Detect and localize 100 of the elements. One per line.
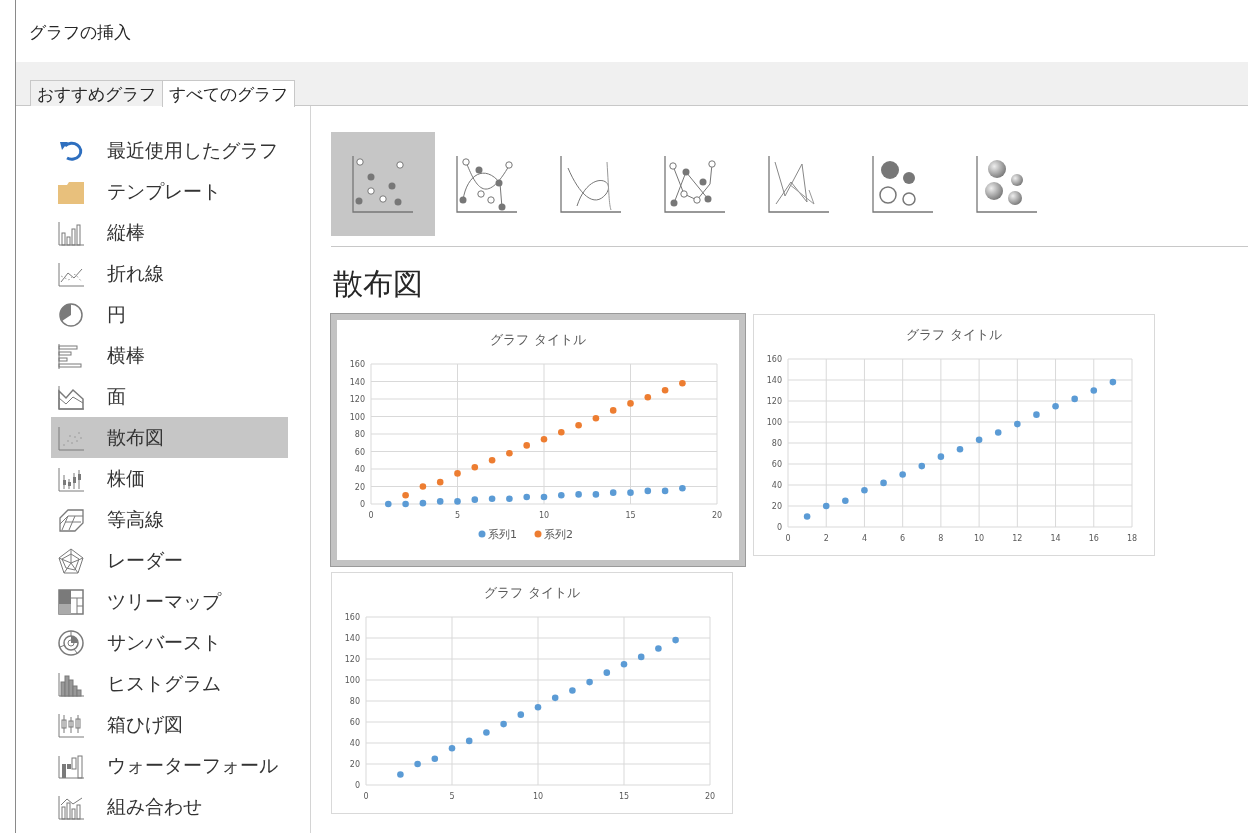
axis-label: 20 (349, 760, 360, 769)
axis-label: 160 (349, 360, 365, 369)
sidebar-item[interactable]: 面 (51, 376, 288, 417)
data-point (397, 771, 404, 778)
chart-title: グラフ タイトル (490, 332, 586, 347)
data-point (679, 379, 686, 387)
chart-preview[interactable]: グラフ タイトル 0 20 40 60 80 100 120 140 160 0 5 10 15 20 系列1 系列2 (331, 314, 745, 566)
data-point (569, 687, 576, 694)
axis-label: 140 (766, 376, 782, 385)
3d-bubble-icon (975, 154, 1039, 214)
data-point (822, 502, 830, 510)
axis-label: 0 (354, 781, 360, 790)
sidebar-item[interactable]: 組み合わせ (51, 786, 288, 827)
data-point (918, 462, 926, 470)
sidebar-item[interactable]: 等高線 (51, 499, 288, 540)
axis-label: 100 (349, 412, 365, 422)
data-point (1033, 411, 1040, 418)
sidebar-item[interactable]: 箱ひげ図 (51, 704, 288, 745)
data-point (861, 486, 868, 494)
data-point (419, 499, 427, 507)
radar-chart-icon (57, 546, 85, 575)
sidebar-item[interactable]: 横棒 (51, 335, 288, 376)
pie-chart-icon (57, 300, 85, 329)
axis-label: 40 (771, 481, 782, 490)
data-point (454, 498, 461, 505)
axis-label: 0 (776, 523, 782, 532)
data-point (465, 737, 473, 745)
axis-label: 20 (711, 511, 723, 520)
chart-preview[interactable]: グラフ タイトル 0 20 40 60 80 100 120 140 160 0 5 10 15 20 (331, 572, 733, 814)
sidebar-item[interactable]: サンバースト (51, 622, 288, 663)
axis-label: 0 (359, 500, 365, 509)
sidebar-item[interactable]: ヒストグラム (51, 663, 288, 704)
axis-label: 140 (349, 377, 365, 387)
treemap-icon (57, 587, 85, 616)
data-point (592, 491, 600, 498)
sidebar-item[interactable]: ウォーターフォール (51, 745, 288, 786)
data-point (627, 489, 634, 496)
axis-label: 10 (974, 534, 985, 543)
axis-label: 4 (861, 534, 867, 543)
legend-item: 系列2 (534, 528, 573, 541)
smooth-line-icon (559, 154, 623, 214)
data-point (1014, 420, 1021, 428)
data-point (488, 456, 496, 464)
data-point (448, 744, 456, 752)
data-point (609, 489, 617, 496)
tab[interactable]: すべてのグラフ (162, 80, 295, 107)
data-point (592, 414, 600, 422)
sidebar-item[interactable]: レーダー (51, 540, 288, 581)
sidebar-item[interactable]: テンプレート (51, 171, 288, 212)
data-point (661, 487, 669, 495)
sidebar-item[interactable]: 最近使用したグラフ (51, 130, 288, 171)
axis-label: 6 (900, 534, 906, 543)
bar-chart-icon (57, 341, 85, 370)
sidebar-item[interactable]: ツリーマップ (51, 581, 288, 622)
chart-subtype-button[interactable] (331, 132, 435, 236)
data-point (672, 636, 679, 644)
axis-label: 5 (454, 511, 461, 520)
data-point (500, 720, 507, 728)
data-point (586, 678, 593, 686)
axis-label: 100 (766, 418, 782, 427)
sidebar-item[interactable]: 散布図 (51, 417, 288, 458)
axis-label: 60 (771, 460, 782, 469)
data-point (637, 653, 645, 661)
data-point (1109, 378, 1117, 386)
legend-item: 系列1 (478, 528, 517, 541)
data-point (506, 449, 513, 457)
data-point (558, 428, 565, 436)
axis-label: 10 (538, 511, 550, 520)
data-point (488, 495, 496, 503)
data-point (956, 446, 964, 453)
data-point (644, 487, 652, 495)
data-point (436, 498, 444, 505)
axis-label: 80 (349, 697, 360, 706)
sidebar-item[interactable]: 円 (51, 294, 288, 335)
axis-label: 80 (771, 439, 782, 448)
axis-label: 140 (344, 634, 360, 643)
chart-preview[interactable]: グラフ タイトル 0 20 40 60 80 100 120 140 160 0 2 4 6 8 10 12 14 16 18 (753, 314, 1155, 556)
window-title: グラフの挿入 (28, 21, 132, 44)
data-point (506, 495, 513, 503)
axis-label: 120 (349, 395, 365, 404)
axis-label: 60 (349, 718, 360, 727)
sidebar-item[interactable]: 株価 (51, 458, 288, 499)
axis-label: 10 (532, 792, 544, 801)
axis-label: 15 (625, 511, 636, 520)
data-point (603, 669, 611, 676)
data-point (679, 484, 686, 492)
data-point (471, 463, 479, 471)
data-point (517, 711, 525, 718)
sidebar-item[interactable]: 折れ線 (51, 253, 288, 294)
data-point (551, 694, 559, 702)
data-point (1052, 402, 1059, 410)
tab[interactable]: おすすめグラフ (30, 80, 163, 106)
legend-label: 系列1 (488, 528, 517, 541)
axis-label: 20 (354, 482, 365, 492)
axis-label: 60 (354, 447, 365, 457)
axis-label: 20 (771, 502, 782, 511)
sidebar-item[interactable]: 縦棒 (51, 212, 288, 253)
data-point (523, 493, 530, 501)
data-point (880, 479, 887, 487)
data-point (431, 755, 439, 763)
